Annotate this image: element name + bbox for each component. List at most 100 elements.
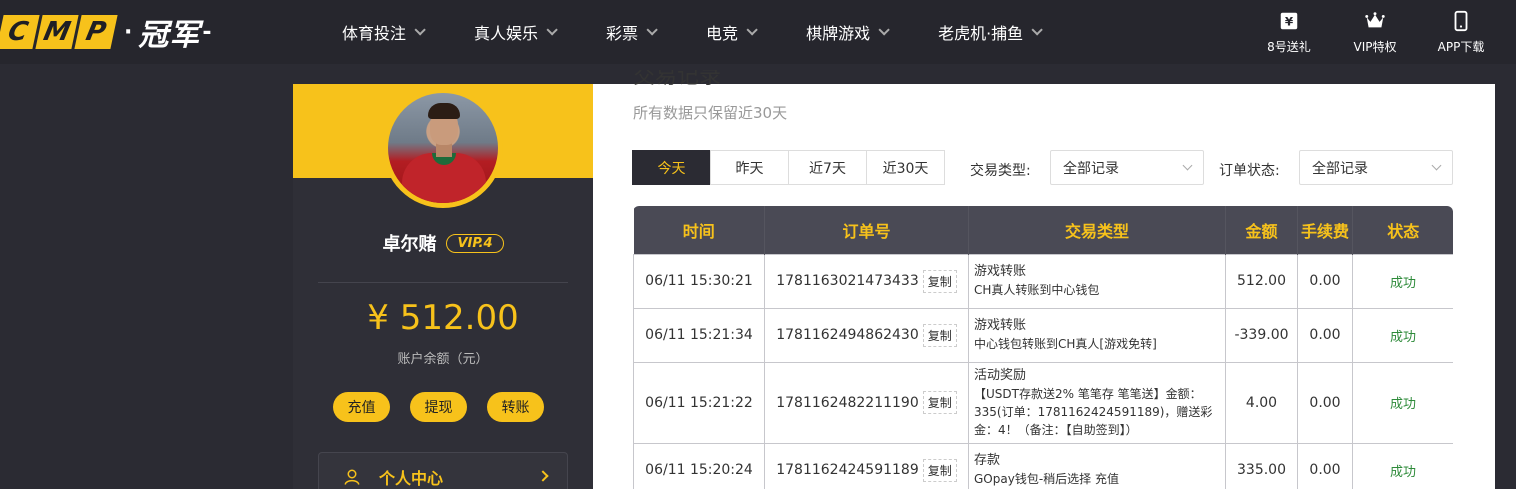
username-row: 卓尔赌 VIP.4: [293, 230, 593, 256]
type-description: GOpay钱包-稍后选择 充值: [974, 472, 1119, 486]
type-description: CH真人转账到中心钱包: [974, 283, 1100, 297]
cell-amount: 4.00: [1225, 361, 1298, 444]
nav-esports[interactable]: 电竞: [706, 20, 758, 44]
nav-lottery[interactable]: 彩票: [606, 20, 658, 44]
nav-label: 电竞: [706, 24, 739, 43]
type-title: 游戏转账: [974, 264, 1027, 279]
cell-type: 活动奖励【USDT存款送2% 笔笔存 笔笔送】金额：335(订单：1781162…: [968, 361, 1226, 444]
cell-fee: 0.00: [1297, 442, 1353, 489]
type-title: 活动奖励: [974, 367, 1027, 383]
vip-link[interactable]: VIP特权: [1332, 10, 1418, 55]
username: 卓尔赌: [382, 234, 437, 255]
tab-last-30-days[interactable]: 近30天: [866, 150, 945, 185]
chevron-down-icon: [546, 24, 558, 36]
copy-button[interactable]: 复制: [922, 391, 957, 414]
nav-label: 老虎机·捕鱼: [938, 24, 1024, 43]
balance-label: 账户余额（元）: [397, 352, 489, 367]
cell-type: 游戏转账中心钱包转账到CH真人[游戏免转]: [968, 307, 1226, 363]
avatar[interactable]: [383, 88, 503, 208]
copy-button[interactable]: 复制: [922, 269, 957, 293]
vip-badge[interactable]: VIP.4: [446, 233, 504, 253]
chevron-down-icon: [1431, 160, 1442, 171]
profile-divider: [318, 282, 568, 283]
transaction-type-label: 交易类型:: [970, 163, 1031, 179]
nav-live-casino[interactable]: 真人娱乐: [474, 20, 558, 44]
col-time: 时间: [633, 206, 765, 254]
status-badge: 成功: [1389, 329, 1416, 345]
tab-yesterday[interactable]: 昨天: [710, 150, 789, 185]
transfer-button[interactable]: 转账: [487, 392, 544, 422]
col-type: 交易类型: [968, 206, 1226, 254]
cell-time: 06/11 15:20:24: [633, 442, 765, 489]
chevron-down-icon: [878, 24, 890, 36]
transaction-type-select[interactable]: 全部记录: [1050, 150, 1204, 185]
status-badge: 成功: [1389, 397, 1416, 412]
deposit-button[interactable]: 充值: [333, 392, 390, 422]
table-row: 06/11 15:20:24 1781162424591189 复制 存款 GOpa…: [633, 442, 1453, 489]
user-icon: [344, 469, 360, 485]
nav-label: 真人娱乐: [474, 24, 539, 43]
chevron-down-icon: [1182, 160, 1193, 171]
cell-fee: 0.00: [1297, 253, 1353, 309]
col-status: 状态: [1352, 206, 1453, 254]
main-nav: 体育投注 真人娱乐 彩票 电竞 棋牌游戏 老虎机·捕鱼: [342, 0, 1091, 64]
nav-sports[interactable]: 体育投注: [342, 20, 426, 44]
cell-amount: 512.00: [1225, 253, 1298, 309]
gift-link[interactable]: ¥ 8号送礼: [1246, 10, 1332, 55]
withdraw-button[interactable]: 提现: [410, 392, 467, 422]
cell-time: 06/11 15:21:22: [633, 361, 765, 444]
type-description: 中心钱包转账到CH真人[游戏免转]: [974, 337, 1157, 351]
logo-letter-p: P: [74, 15, 118, 49]
nav-label: 彩票: [606, 24, 639, 43]
transactions-table: 时间 订单号 交易类型 金额 手续费 状态 06/11 15:30:21 178…: [633, 206, 1453, 489]
transactions-table-wrapper: 时间 订单号 交易类型 金额 手续费 状态 06/11 15:30:21 178…: [633, 206, 1453, 489]
order-id: 1781162494862430: [776, 327, 919, 343]
tab-today[interactable]: 今天: [632, 150, 711, 185]
logo-dash: -: [202, 19, 212, 45]
chevron-down-icon: [746, 24, 758, 36]
order-status-value: 全部记录: [1312, 160, 1368, 177]
cell-order: 1781162494862430 复制: [764, 307, 969, 363]
app-download-link[interactable]: APP下载: [1418, 10, 1504, 55]
logo-text: 冠军: [138, 18, 201, 53]
logo-letters: C M P: [0, 15, 118, 49]
logo-letter-m: M: [35, 15, 79, 49]
brand-logo[interactable]: C M P · 冠军 -: [0, 14, 212, 53]
order-status-label: 订单状态:: [1219, 163, 1280, 179]
col-fee: 手续费: [1297, 206, 1353, 254]
personal-center-label: 个人中心: [379, 469, 444, 488]
cell-order: 1781162424591189 复制: [764, 442, 969, 489]
copy-button[interactable]: 复制: [922, 458, 957, 482]
copy-button[interactable]: 复制: [922, 323, 957, 347]
avatar-image: [388, 93, 498, 203]
cell-order: 1781163021473433 复制: [764, 253, 969, 309]
profile-panel: 卓尔赌 VIP.4 ¥ 512.00 账户余额（元） 充值 提现 转账 个人中心: [293, 84, 593, 489]
vip-label: VIP特权: [1353, 40, 1397, 54]
status-badge: 成功: [1389, 464, 1416, 480]
cell-time: 06/11 15:21:34: [633, 307, 765, 363]
cell-status: 成功: [1352, 361, 1453, 444]
phone-icon: [1454, 10, 1468, 32]
retention-note: 所有数据只保留近30天: [633, 104, 788, 122]
nav-slots-fishing[interactable]: 老虎机·捕鱼: [938, 20, 1043, 44]
wallet-actions: 充值 提现 转账: [333, 392, 544, 422]
chevron-down-icon: [1031, 24, 1043, 36]
order-id: 1781162424591189: [776, 462, 919, 478]
transaction-records-panel: 交易记录 所有数据只保留近30天 今天 昨天 近7天 近30天 交易类型: 全部…: [593, 70, 1495, 489]
top-icon-group: ¥ 8号送礼 VIP特权 APP下载: [1246, 10, 1504, 55]
cell-status: 成功: [1352, 307, 1453, 363]
order-status-select[interactable]: 全部记录: [1299, 150, 1453, 185]
cell-type: 存款 GOpay钱包-稍后选择 充值: [968, 442, 1226, 489]
cell-amount: 335.00: [1225, 442, 1298, 489]
nav-card-games[interactable]: 棋牌游戏: [806, 20, 890, 44]
app-label: APP下载: [1437, 40, 1485, 54]
personal-center-menu[interactable]: 个人中心: [318, 452, 568, 489]
type-description: 【USDT存款送2% 笔笔存 笔笔送】金额：335(订单：17811624245…: [974, 386, 1213, 437]
cell-order: 1781162482211190 复制: [764, 361, 969, 444]
logo-letter-c: C: [0, 15, 40, 49]
type-title: 游戏转账: [974, 318, 1027, 333]
tab-last-7-days[interactable]: 近7天: [788, 150, 867, 185]
nav-label: 棋牌游戏: [806, 24, 871, 43]
status-badge: 成功: [1389, 275, 1416, 291]
cell-fee: 0.00: [1297, 307, 1353, 363]
